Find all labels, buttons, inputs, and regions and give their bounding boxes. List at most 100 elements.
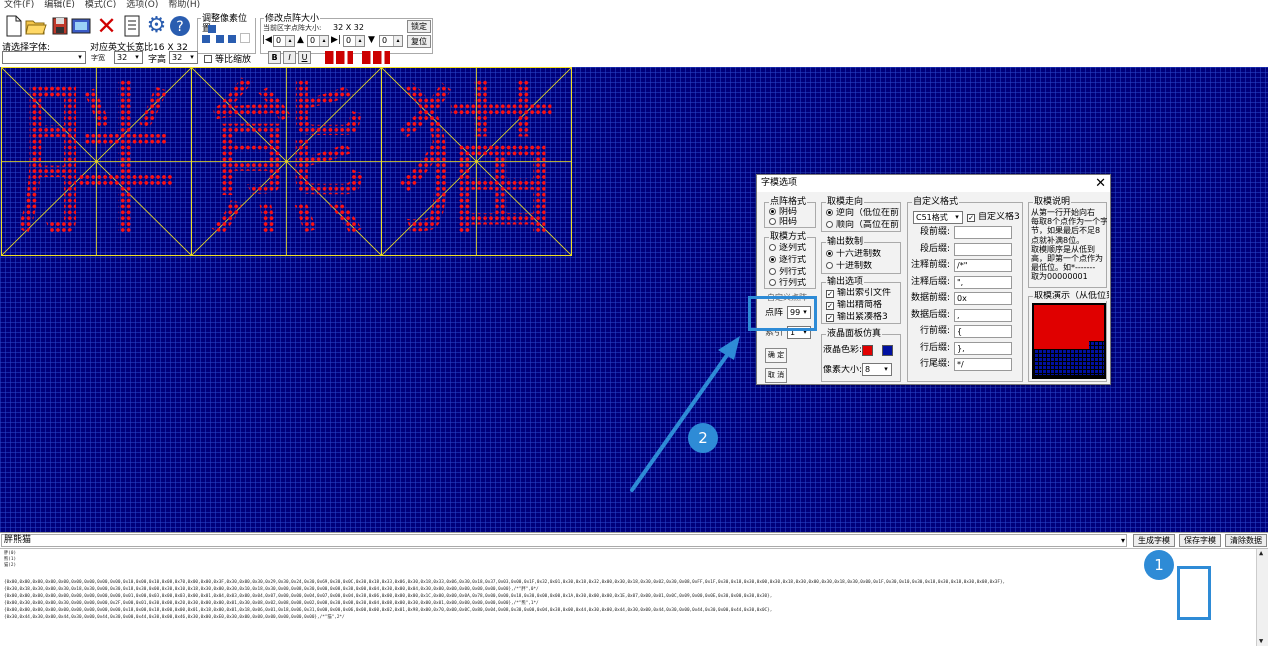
cancel-button[interactable]: 取 消: [765, 368, 787, 383]
char-cell-1[interactable]: 胖: [1, 67, 192, 256]
char-cell-3[interactable]: 猫: [381, 67, 572, 256]
custom-row-field[interactable]: [954, 226, 1012, 239]
radio-row[interactable]: 逐行式: [769, 255, 806, 266]
demo-title: 取模演示（从低位到: [1033, 291, 1109, 301]
explain-line: 从第一行开始向右: [1031, 208, 1095, 217]
custom-row-field[interactable]: {: [954, 325, 1012, 338]
rotate-icon[interactable]: [362, 51, 390, 64]
explain-line: 取为00000001: [1031, 272, 1088, 282]
text-combo[interactable]: 胖熊猫 ▾: [1, 534, 1127, 547]
delete-icon[interactable]: ✕: [95, 12, 118, 40]
radio-forward[interactable]: 顺向（高位在前: [826, 220, 900, 231]
right-offset-field[interactable]: 0 ▴: [343, 35, 365, 47]
dialog-title: 字模选项: [761, 178, 798, 188]
right-step-icon[interactable]: ▶|: [331, 35, 341, 45]
italic-button[interactable]: I: [283, 51, 296, 64]
font-options-dialog: 字模选项 ✕ 点阵格式 阴码 阳码 取模方式 逐列式 逐行式 列行式 行列式 自…: [756, 174, 1111, 385]
bottom-offset-field[interactable]: 0 ▴: [379, 35, 403, 47]
lock-button[interactable]: 锁定: [407, 20, 431, 33]
adjust-position-group: 调整像素位置: [197, 14, 256, 54]
check-index-file[interactable]: ✓ 输出索引文件: [826, 288, 891, 299]
radio-reverse[interactable]: 逆向（低位在前: [826, 208, 900, 219]
radio-row-column[interactable]: 行列式: [769, 278, 806, 289]
demo-group: 取模演示（从低位到: [1028, 291, 1109, 382]
clear-button[interactable]: 清除数据: [1225, 534, 1267, 547]
dialog-titlebar: 字模选项: [757, 175, 1110, 192]
output-textarea[interactable]: 胖(0) 熊(1) 猫(2) {0x00,0x00,0x00,0x00,0x00…: [0, 548, 1268, 646]
menu-bar: 文件(F) 编辑(E) 模式(C) 选项(O) 帮助(H): [0, 0, 1268, 12]
menu-mode[interactable]: 模式(C): [85, 0, 116, 12]
custom-row-field[interactable]: [954, 242, 1012, 256]
custom-row-field[interactable]: ,: [954, 308, 1012, 322]
up-step-icon[interactable]: ▲: [297, 35, 304, 45]
center-icon[interactable]: [240, 33, 250, 43]
radio-column-row[interactable]: 列行式: [769, 267, 806, 278]
explain-line: 点就补满8位。: [1031, 235, 1085, 245]
radio-column[interactable]: 逐列式: [769, 243, 806, 254]
custom-row-label: 段后缀:: [919, 243, 950, 254]
explain-line: 节，如果最后不足8: [1031, 226, 1101, 236]
width-label: 字宽: [91, 54, 105, 62]
save-disk-icon[interactable]: [48, 13, 71, 38]
image-icon[interactable]: [70, 13, 93, 38]
move-up-icon[interactable]: [208, 25, 216, 33]
generate-button[interactable]: 生成字模: [1133, 534, 1175, 547]
underline-button[interactable]: U: [298, 51, 311, 64]
custom-row-field[interactable]: 0x: [954, 292, 1012, 305]
down-step-icon[interactable]: ▼: [368, 35, 375, 45]
custom-row-field[interactable]: */: [954, 358, 1012, 371]
radio-positive[interactable]: 阳码: [769, 217, 797, 228]
help-icon[interactable]: ?: [168, 13, 191, 38]
check-compact[interactable]: ✓ 输出精简格: [826, 300, 882, 311]
open-folder-icon[interactable]: [24, 13, 47, 38]
menu-help[interactable]: 帮助(H): [168, 0, 200, 12]
settings-gear-icon[interactable]: ⚙: [145, 13, 168, 38]
menu-file[interactable]: 文件(F): [4, 0, 34, 12]
format-select[interactable]: C51格式 ▾: [913, 211, 963, 224]
explain-title: 取模说明: [1033, 197, 1072, 207]
dot-format-group: 点阵格式 阴码 阳码: [764, 197, 816, 228]
custom-row-label: 注释前缀:: [910, 260, 950, 270]
toolbar: ✕ ⚙ ? 调整像素位置 修改点阵大小 当前区字点阵大小: 32 X 32 锁定…: [0, 12, 1268, 67]
check-tight[interactable]: ✓ 输出紧凑格3: [826, 312, 888, 323]
font-select[interactable]: ▾: [2, 51, 86, 64]
height-select[interactable]: 32 ▾: [169, 51, 198, 64]
bold-button[interactable]: B: [268, 51, 281, 64]
char-glyph-2: 熊: [192, 68, 381, 255]
vertical-scrollbar[interactable]: ▲ ▼: [1256, 549, 1268, 646]
output-line: {0x30,0x44,0x30,0x00,0x44,0x30,0x00,0x44…: [4, 615, 345, 620]
close-icon[interactable]: ✕: [1095, 175, 1106, 192]
document-icon[interactable]: [120, 13, 143, 38]
lcd-off-color[interactable]: [882, 345, 893, 356]
left-step-icon[interactable]: |◀: [262, 35, 272, 45]
width-select[interactable]: 32 ▾: [114, 51, 143, 64]
custom-row-label: 数据前缀:: [910, 293, 950, 303]
menu-options[interactable]: 选项(O): [126, 0, 158, 12]
menu-edit[interactable]: 编辑(E): [44, 0, 75, 12]
custom-row-field[interactable]: },: [954, 341, 1012, 355]
new-file-icon[interactable]: [2, 13, 25, 38]
scroll-up-icon[interactable]: ▲: [1259, 549, 1263, 558]
top-offset-field[interactable]: 0 ▴: [307, 35, 329, 47]
scroll-down-icon[interactable]: ▼: [1259, 637, 1263, 646]
char-cell-2[interactable]: 熊: [191, 67, 382, 256]
mirror-icon[interactable]: [325, 51, 353, 64]
reset-button[interactable]: 复位: [407, 35, 431, 48]
char-glyph-1: 胖: [2, 68, 191, 255]
save-font-button[interactable]: 保存字模: [1179, 534, 1221, 547]
confirm-button[interactable]: 确 定: [765, 348, 787, 363]
move-down-icon[interactable]: [228, 35, 236, 43]
lcd-on-color[interactable]: [862, 345, 873, 356]
radio-decimal[interactable]: 十进制数: [826, 261, 872, 272]
move-right-icon[interactable]: [216, 35, 224, 43]
custom-format-checkbox[interactable]: ✓ 自定义格3: [967, 212, 1020, 223]
left-offset-field[interactable]: 0 ▴: [273, 35, 295, 47]
custom-row-field[interactable]: ",: [954, 275, 1012, 289]
move-left-icon[interactable]: [202, 35, 210, 43]
radio-hex[interactable]: 十六进制数: [826, 249, 881, 260]
custom-row-label: 行前缀:: [919, 326, 950, 336]
chevron-down-icon[interactable]: ▾: [1121, 535, 1125, 546]
pixel-size-select[interactable]: 8 ▾: [862, 363, 892, 376]
custom-row-label: 行尾缀:: [919, 359, 950, 369]
custom-row-field[interactable]: /*": [954, 259, 1012, 272]
